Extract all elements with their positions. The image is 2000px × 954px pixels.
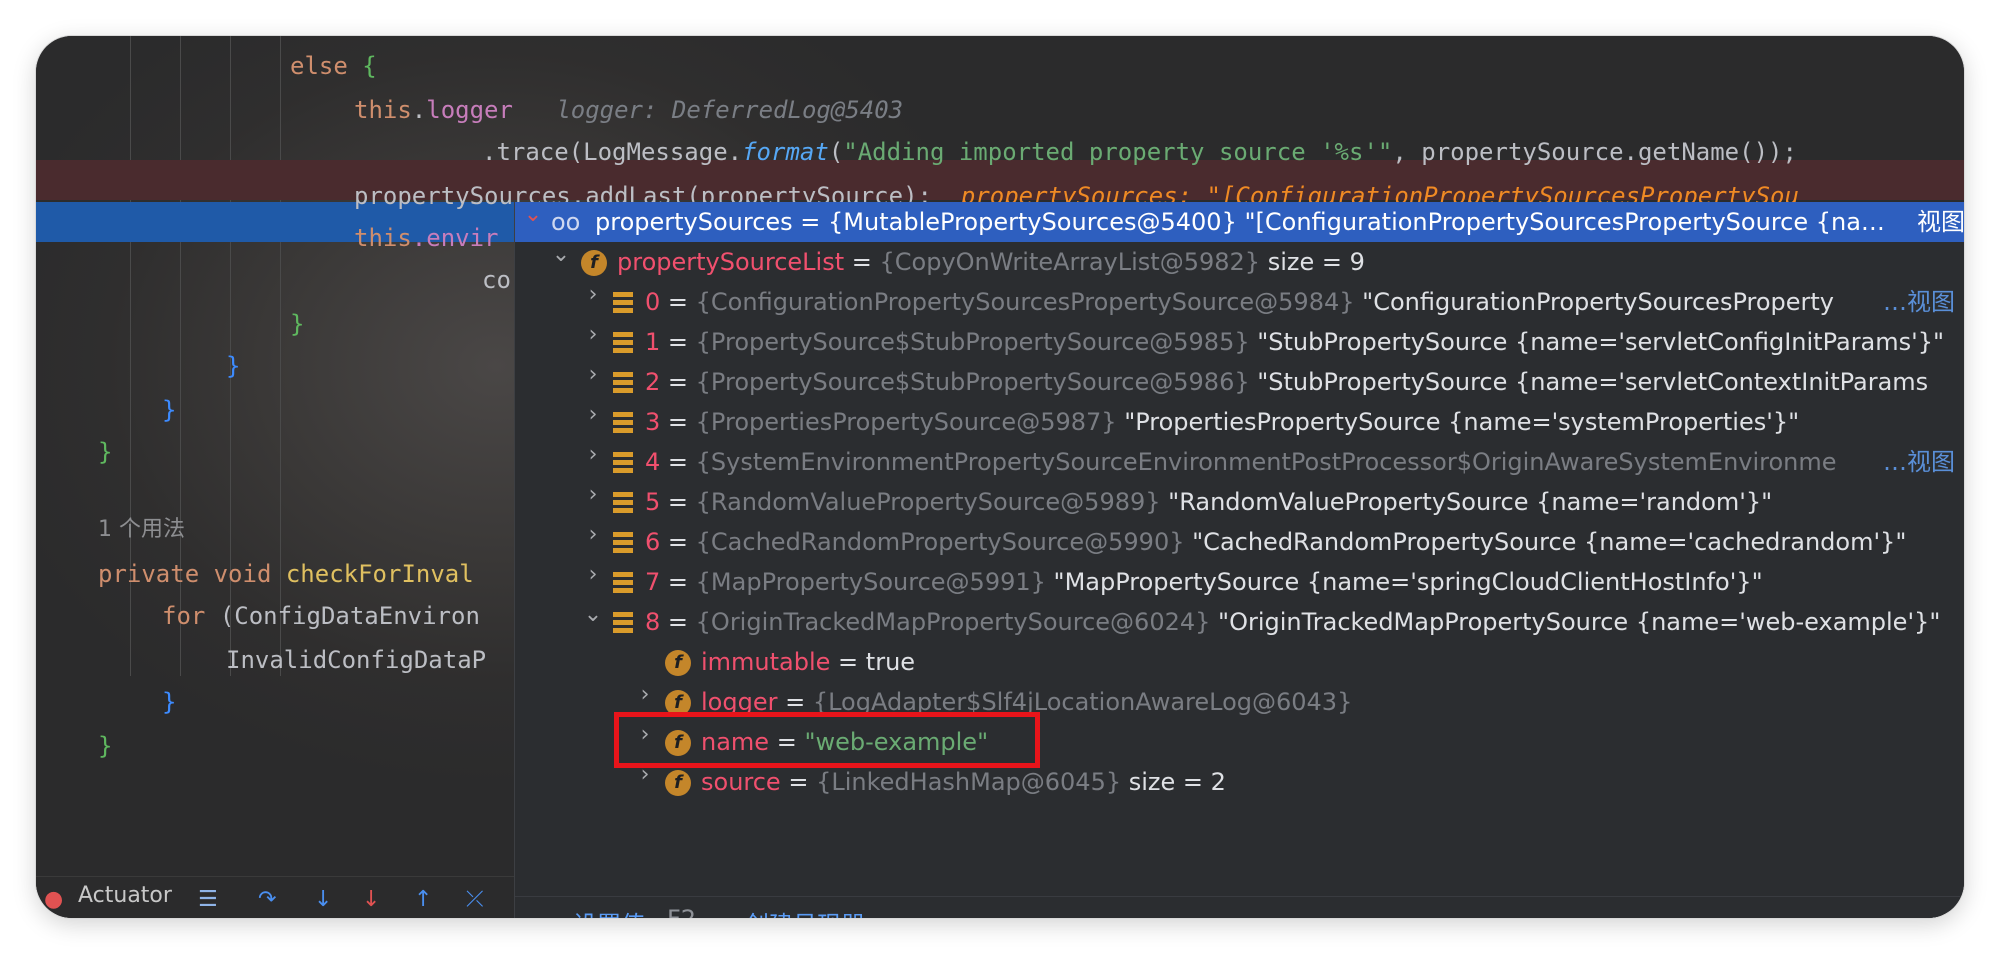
element-icon [613, 612, 633, 634]
view-link[interactable]: …视图 [1883, 282, 1955, 322]
tree-node-property-source-list[interactable]: f propertySourceList = {CopyOnWriteArrayL… [581, 242, 1365, 282]
list-item[interactable]: 3 = {PropertiesPropertySource@5987} "Pro… [613, 402, 1799, 442]
chevron-right-icon[interactable]: › [635, 762, 655, 802]
code-brace: } [98, 438, 113, 466]
field-icon: f [665, 650, 691, 676]
ide-window: else { this.logger logger: DeferredLog@5… [36, 36, 1964, 918]
code-line-invalid: InvalidConfigDataP [226, 646, 487, 674]
element-icon [613, 572, 633, 594]
list-item[interactable]: 1 = {PropertySource$StubPropertySource@5… [613, 322, 1944, 362]
list-item-expanded[interactable]: 8 = {OriginTrackedMapPropertySource@6024… [613, 602, 1940, 642]
popup-header-text: propertySources = {MutablePropertySource… [595, 208, 1885, 236]
code-brace: } [226, 352, 241, 380]
chevron-right-icon[interactable]: › [583, 282, 603, 322]
list-item[interactable]: 7 = {MapPropertySource@5991} "MapPropert… [613, 562, 1763, 602]
code-brace: } [98, 732, 113, 760]
code-brace: } [162, 688, 177, 716]
chevron-right-icon[interactable]: › [583, 322, 603, 362]
debugger-variable-popup: ⌄ oo propertySources = {MutablePropertyS… [514, 202, 1964, 918]
code-line-for: for (ConfigDataEnviron [162, 602, 480, 630]
chevron-down-icon[interactable]: ⌄ [523, 202, 543, 242]
field-row-source[interactable]: f source = {LinkedHashMap@6045} size = 2 [665, 762, 1226, 802]
chevron-right-icon[interactable]: › [583, 522, 603, 562]
view-link[interactable]: …视图 [1883, 442, 1955, 482]
list-item[interactable]: 4 = {SystemEnvironmentPropertySourceEnvi… [613, 442, 1837, 482]
step-over-icon[interactable]: ↷ [258, 887, 276, 912]
field-icon: f [581, 250, 607, 276]
watch-icon: oo [551, 208, 581, 236]
step-into-icon[interactable]: ↓ [314, 887, 332, 912]
field-icon: f [665, 770, 691, 796]
set-value-link[interactable]: 设置值 [573, 905, 645, 918]
view-link[interactable]: 视图 [1917, 202, 1964, 242]
chevron-down-icon[interactable]: ⌄ [583, 602, 603, 642]
step-out-icon[interactable]: ↑ [414, 887, 432, 912]
element-icon [613, 372, 633, 394]
annotation-highlight-box [614, 712, 1040, 768]
chevron-right-icon[interactable]: › [583, 362, 603, 402]
chevron-right-icon[interactable]: › [583, 562, 603, 602]
code-brace: } [290, 310, 305, 338]
list-item[interactable]: 2 = {PropertySource$StubPropertySource@5… [613, 362, 1928, 402]
chevron-right-icon[interactable]: › [583, 482, 603, 522]
force-step-into-icon[interactable]: ↓ [362, 887, 380, 912]
code-brace: } [162, 396, 177, 424]
popup-header[interactable]: ⌄ oo propertySources = {MutablePropertyS… [515, 202, 1964, 242]
chevron-down-icon[interactable]: ⌄ [551, 242, 571, 282]
chevron-right-icon[interactable]: › [583, 402, 603, 442]
list-item[interactable]: 5 = {RandomValuePropertySource@5989} "Ra… [613, 482, 1772, 522]
code-line-else: else { [290, 52, 377, 80]
usage-hint[interactable]: 1 个用法 [98, 510, 185, 550]
element-icon [613, 332, 633, 354]
popup-footer: 设置值 F2 创建呈现器 [515, 896, 1964, 918]
list-item[interactable]: 0 = {ConfigurationPropertySourcesPropert… [613, 282, 1834, 322]
chevron-right-icon[interactable]: › [583, 442, 603, 482]
element-icon [613, 412, 633, 434]
code-line-co: co [482, 266, 511, 294]
code-line-trace: .trace(LogMessage.format("Adding importe… [482, 138, 1797, 166]
code-line-logger: this.logger logger: DeferredLog@5403 [354, 96, 904, 124]
list-icon[interactable]: ☰ [198, 887, 218, 912]
create-renderer-link[interactable]: 创建呈现器 [745, 905, 865, 918]
element-icon [613, 492, 633, 514]
run-to-cursor-icon[interactable]: ⤫ [466, 887, 484, 912]
element-icon [613, 292, 633, 314]
element-icon [613, 532, 633, 554]
set-value-shortcut: F2 [667, 905, 696, 918]
actuator-icon: ● [44, 887, 64, 912]
list-item[interactable]: 6 = {CachedRandomPropertySource@5990} "C… [613, 522, 1906, 562]
code-line-method-decl: private void checkForInval [98, 560, 474, 588]
field-row-immutable[interactable]: f immutable = true [665, 642, 915, 682]
element-icon [613, 452, 633, 474]
code-line-environment: this.envir [354, 224, 499, 252]
debug-toolbar: ● Actuator ☰ ↷ ↓ ↓ ↑ ⤫ [36, 876, 514, 918]
actuator-tab[interactable]: Actuator [78, 883, 172, 908]
